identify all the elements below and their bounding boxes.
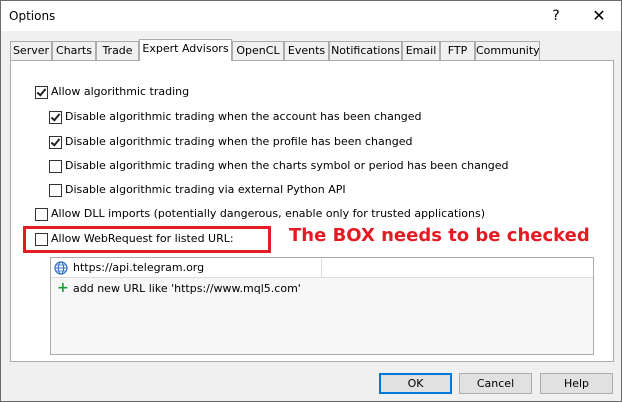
allow-algo-trading-checkbox[interactable]: [35, 86, 48, 99]
tab-email[interactable]: Email: [402, 41, 440, 60]
url-text: https://api.telegram.org: [73, 261, 205, 274]
column-divider: [321, 258, 322, 278]
add-url-row[interactable]: + add new URL like 'https://www.mql5.com…: [51, 279, 593, 299]
option-label: Disable algorithmic trading when the acc…: [65, 110, 422, 123]
help-button[interactable]: Help: [540, 373, 613, 394]
disable-on-symbol-change-checkbox[interactable]: [49, 160, 62, 173]
option-label: Disable algorithmic trading when the pro…: [65, 135, 413, 148]
plus-icon: +: [57, 280, 69, 296]
add-url-label: add new URL like 'https://www.mql5.com': [73, 282, 301, 295]
annotation-text: The BOX needs to be checked: [289, 225, 590, 246]
url-list[interactable]: https://api.telegram.org + add new URL l…: [50, 257, 594, 355]
tab-notifications[interactable]: Notifications: [329, 41, 402, 60]
help-icon[interactable]: ?: [545, 5, 567, 27]
disable-on-account-change-checkbox[interactable]: [49, 111, 62, 124]
close-icon[interactable]: ✕: [585, 5, 613, 27]
url-list-item[interactable]: https://api.telegram.org: [51, 258, 593, 278]
tab-server[interactable]: Server: [10, 41, 52, 60]
disable-via-python-checkbox[interactable]: [49, 184, 62, 197]
option-label: Disable algorithmic trading when the cha…: [65, 159, 509, 172]
option-label: Allow algorithmic trading: [51, 85, 190, 98]
tab-community[interactable]: Community: [475, 41, 540, 60]
tab-charts[interactable]: Charts: [52, 41, 96, 60]
tab-events[interactable]: Events: [284, 41, 329, 60]
window-title: Options: [9, 9, 56, 23]
cancel-button[interactable]: Cancel: [459, 373, 532, 394]
tab-opencl[interactable]: OpenCL: [232, 41, 284, 60]
title-bar: Options ? ✕: [1, 1, 621, 31]
disable-on-profile-change-checkbox[interactable]: [49, 136, 62, 149]
allow-dll-imports-checkbox[interactable]: [35, 208, 48, 221]
tab-expert-advisors[interactable]: Expert Advisors: [139, 39, 232, 61]
tab-ftp[interactable]: FTP: [440, 41, 475, 60]
globe-icon: [54, 261, 68, 275]
option-label: Allow DLL imports (potentially dangerous…: [51, 207, 486, 220]
options-dialog: Options ? ✕ Server Charts Trade Expert A…: [0, 0, 622, 402]
ok-button[interactable]: OK: [379, 373, 452, 394]
annotation-highlight-box: [23, 226, 271, 253]
tab-trade[interactable]: Trade: [96, 41, 139, 60]
option-label: Disable algorithmic trading via external…: [65, 183, 346, 196]
